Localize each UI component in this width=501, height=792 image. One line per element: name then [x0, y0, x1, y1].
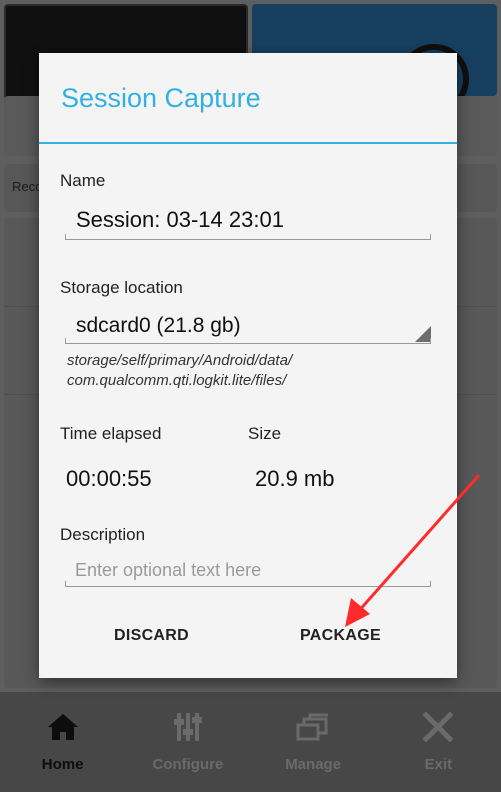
storage-path-line1: storage/self/primary/Android/data/ [67, 352, 293, 369]
name-label: Name [60, 171, 106, 190]
discard-button[interactable]: DISCARD [114, 627, 189, 645]
nav-manage[interactable]: Manage [251, 692, 376, 792]
folders-icon [296, 710, 330, 744]
home-icon [46, 710, 80, 744]
dialog-title: Session Capture [61, 83, 261, 113]
name-input-underline [65, 234, 431, 240]
title-divider [39, 142, 457, 144]
nav-home-label: Home [41, 756, 84, 773]
storage-path-line2: com.qualcomm.qti.logkit.lite/files/ [67, 372, 287, 389]
storage-location-label: Storage location [60, 278, 183, 297]
description-input[interactable]: Enter optional text here [75, 560, 261, 581]
storage-select-underline [65, 338, 431, 344]
sliders-icon [171, 710, 205, 744]
description-input-underline [65, 581, 431, 587]
background-record-label: Reco [12, 179, 43, 194]
storage-location-select[interactable]: sdcard0 (21.8 gb) [76, 314, 241, 338]
nav-home[interactable]: Home [0, 692, 125, 792]
nav-exit-label: Exit [424, 756, 453, 773]
nav-configure-label: Configure [152, 756, 224, 773]
size-label: Size [248, 424, 282, 443]
close-icon [421, 710, 455, 744]
session-capture-dialog: Session Capture Name Session: 03-14 23:0… [39, 53, 457, 678]
time-elapsed-label: Time elapsed [60, 424, 162, 443]
size-value: 20.9 mb [255, 466, 335, 491]
dropdown-triangle-icon[interactable] [415, 326, 431, 342]
name-input[interactable]: Session: 03-14 23:01 [76, 207, 284, 233]
description-label: Description [60, 525, 146, 544]
nav-exit[interactable]: Exit [376, 692, 501, 792]
bottom-nav: Home Configure Manage Exit [0, 692, 501, 792]
time-elapsed-value: 00:00:55 [66, 466, 152, 491]
nav-manage-label: Manage [285, 756, 342, 773]
nav-configure[interactable]: Configure [125, 692, 250, 792]
package-button[interactable]: PACKAGE [300, 627, 381, 645]
storage-path: storage/self/primary/Android/data/ com.q… [67, 351, 292, 391]
